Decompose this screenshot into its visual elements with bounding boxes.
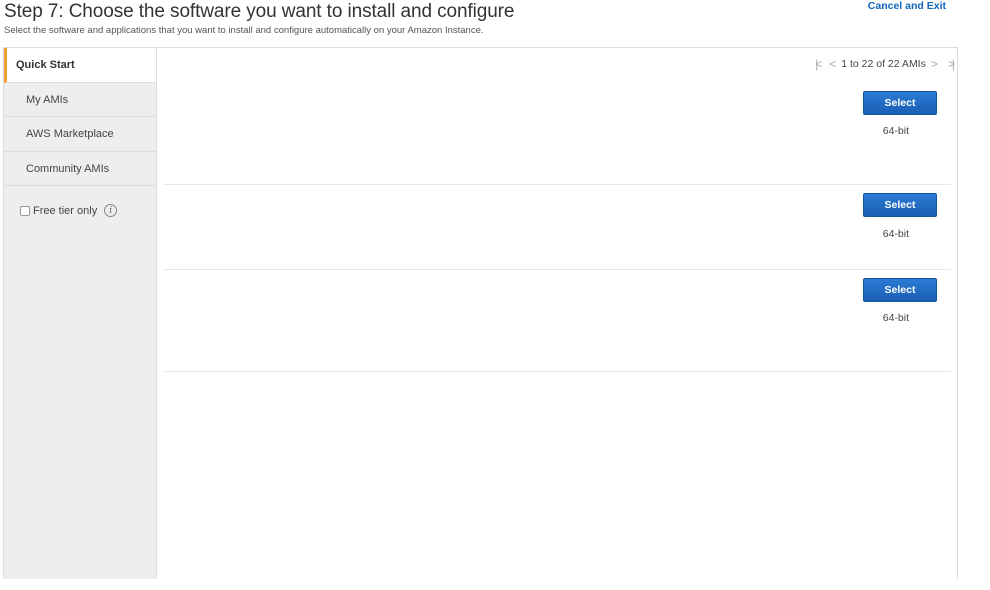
sidebar-item-quick-start[interactable]: Quick Start	[4, 48, 156, 83]
page-subtitle: Select the software and applications tha…	[4, 25, 484, 36]
cancel-and-exit-link[interactable]: Cancel and Exit	[868, 0, 946, 12]
list-item: Select 64-bit	[164, 48, 951, 185]
sidebar-item-my-amis[interactable]: My AMIs	[4, 83, 156, 117]
architecture-label: 64-bit	[882, 228, 909, 240]
free-tier-filter: Free tier only i	[4, 186, 156, 217]
sidebar-item-community-amis[interactable]: Community AMIs	[4, 152, 156, 186]
architecture-label: 64-bit	[882, 125, 909, 137]
list-item: Select 64-bit	[164, 185, 951, 270]
select-button[interactable]: Select	[863, 193, 937, 217]
select-button[interactable]: Select	[863, 278, 937, 302]
architecture-label: 64-bit	[882, 312, 909, 324]
free-tier-label: Free tier only	[33, 204, 98, 217]
select-button[interactable]: Select	[863, 91, 937, 115]
list-item: Select 64-bit	[164, 270, 951, 372]
sidebar: Quick Start My AMIs AWS Marketplace Comm…	[4, 48, 157, 579]
sidebar-item-aws-marketplace[interactable]: AWS Marketplace	[4, 117, 156, 152]
free-tier-checkbox[interactable]	[20, 205, 30, 216]
page-title: Step 7: Choose the software you want to …	[4, 1, 515, 22]
ami-selection-panel: Quick Start My AMIs AWS Marketplace Comm…	[3, 47, 958, 579]
info-icon[interactable]: i	[104, 204, 118, 217]
